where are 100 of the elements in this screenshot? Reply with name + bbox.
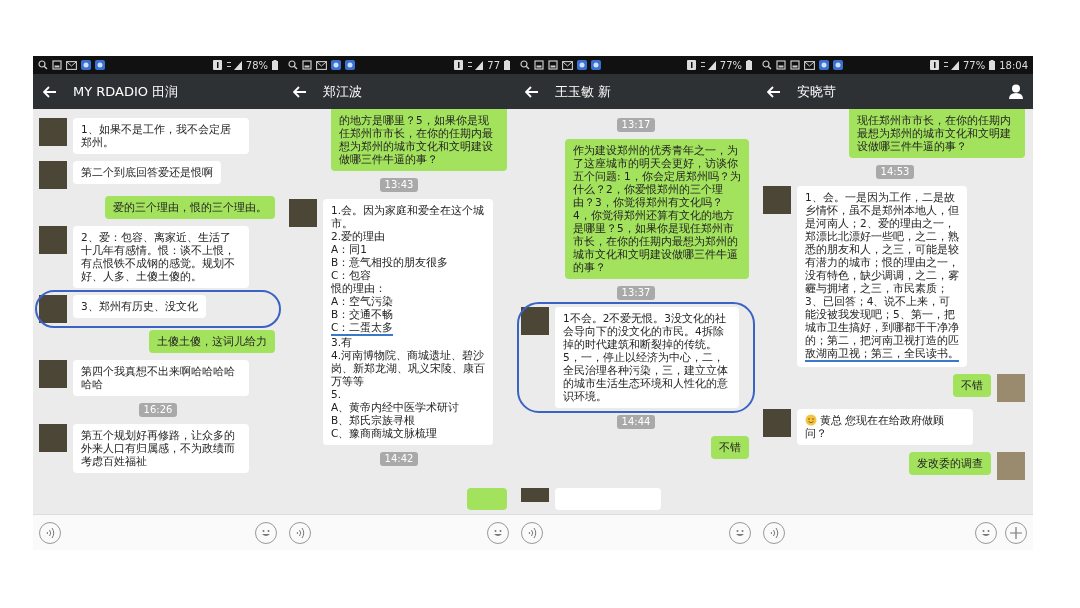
message-line: 悉的朋友和人，之三，可能是较 [805,243,959,256]
message-line: 市。 [331,217,353,230]
message-text: 1不会。2不爱无恨。3没文化的社会导向下的没文化的市民。4拆除掉的时代建筑和断裂掉的传统。5，一，停止以经济为中心，二，全民治理各种污染，三，建立立体的城市生活生态环境和人性化的意识环境。 [563,312,728,402]
timestamp: 13:17 [616,118,656,132]
message-text: 的地方是哪里？5，如果你是现任郑州市市长，在你的任期内最想为郑州的城市文化和文明建设做哪三件牛逼的事？ [339,114,493,165]
sim-icon [212,60,222,70]
timestamp: 13:37 [616,286,656,300]
image-icon [302,60,312,70]
message-line: A：空气污染 [331,295,394,308]
contact-button[interactable] [1007,82,1025,101]
sim-icon [929,60,939,70]
message-line: 有潜力的城市；恨的理由之一， [805,256,959,269]
battery-icon [504,60,510,70]
image-icon [790,60,800,70]
signal-icon [225,60,242,70]
message-text: 土傻土傻，这词儿给力 [157,335,267,347]
image-icon [548,60,558,70]
message-line: 5. [331,388,342,401]
battery-icon [746,60,752,70]
message-text: 作为建设郑州的优秀青年之一，为了这座城市的明天会更好，访谈你五个问题: 1，你会定居郑州吗？为什么？2，你爱恨郑州的三个理由？3，你觉得郑州有文化吗？ 4，你觉得郑州还算有文化的地方是哪里？5，如果你是现任郑州市市长，在你的任期内最想为郑州的城市文化和文明建设做哪三件牛逼的事？ [573,144,741,273]
message-text: 不错 [719,441,741,453]
message-line: 郑漂比北漂好一些吧，之二，熟 [805,230,959,243]
message-line: B：交通不畅 [331,308,394,321]
message-line: 4.河南博物院、商城遗址、碧沙 [331,349,485,362]
battery-percent: 78% [245,59,268,71]
voice-icon [44,526,56,539]
battery-percent: 77% [719,59,742,71]
message-line: 恨的理由： [331,282,386,295]
mail-icon [316,60,327,70]
message-text: 发改委的调查 [917,457,983,469]
voice-icon [768,526,780,539]
battery-percent: 77% [962,59,986,71]
avatar-photo[interactable] [39,295,67,323]
message-line: 霾与拥堵，之三，市民素质； [805,282,948,295]
message-line: 能没被我发现吧；5、第一，把 [805,308,955,321]
timestamp: 14:44 [616,415,656,429]
message-text: 3、郑州有历史、没文化 [81,300,198,312]
plus-icon [1010,526,1022,539]
message-line: 敌湖南卫视；第三，全民读书。 [805,347,959,362]
message-line: A、黄帝内经中医学术研讨 [331,401,460,414]
back-arrow-icon [293,85,307,98]
battery-icon [989,60,996,70]
message-line: 1.会。因为家庭和爱全在这个城 [331,204,485,217]
signal-icon [699,60,716,70]
message-line: 万等等 [331,375,364,388]
sim-icon [454,60,464,70]
app-icon [345,60,355,70]
message-line: C、豫商商城文脉梳理 [331,427,438,440]
message-line: C：二蛋太多 [331,321,394,336]
message-line: 乡情怀，虽不是郑州本地人，但 [805,204,959,217]
mail-icon [804,60,815,70]
mail-icon [66,60,77,70]
message-line: A：同1 [331,243,367,256]
voice-icon [294,526,306,539]
message-line: 2.爱的理由 [331,230,386,243]
message-line: B、郑氏宗族寻根 [331,414,416,427]
app-icon [577,60,587,70]
app-icon [591,60,601,70]
timestamp: 14:42 [379,452,419,466]
chat-title: 郑江波 [323,82,362,101]
app-icon [819,60,829,70]
back-arrow-icon [525,85,539,98]
mail-icon [562,60,573,70]
app-icon [95,60,105,70]
back-arrow-icon [767,85,781,98]
message-line: B：意气相投的朋友很多 [331,256,449,269]
back-button[interactable] [523,83,541,100]
battery-icon [272,60,278,70]
message-line: 1、会。一是因为工作，二是故 [805,191,955,204]
sim-icon [686,60,696,70]
message-line: 没有特色，缺少调调，之二，雾 [805,269,959,282]
message-line: 是河南人；2、爱的理由之一， [805,217,955,230]
image-icon [52,60,62,70]
message-text: 不错 [961,379,983,391]
battery-percent: 77 [487,59,500,71]
message-text: 第五个规划好再修路，让众多的外来人口有归属感，不为政绩而考虑百姓福祉 [81,429,235,467]
back-button[interactable] [765,83,783,100]
back-arrow-icon [43,85,57,98]
message-bubble [467,488,507,510]
image-icon [534,60,544,70]
signal-icon [467,60,484,70]
message-text: 2、爱：包容、离家近、生活了十几年有感情。恨：谈不上恨，有点恨铁不成钢的感觉。规划不好、人多、土傻土傻的。 [81,231,235,282]
message-line: 岗、新郑龙湖、巩义宋陵、康百 [331,362,485,375]
clock-time: 18:04 [999,59,1028,71]
search-icon [288,60,298,70]
message-text: 现任郑州市市长，在你的任期内最想为郑州的城市文化和文明建设做哪三件牛逼的事？ [857,114,1011,152]
person-icon [1009,84,1023,99]
message-text: 第四个我真想不出来啊哈哈哈哈哈哈 [81,365,235,390]
message-line: 3、已回答；4、说不上来，可 [805,295,951,308]
message-text: 第二个到底回答爱还是恨啊 [81,166,213,178]
message-text: 爱的三个理由，恨的三个理由。 [113,201,267,213]
signal-icon [942,60,959,70]
message-line: 3.有 [331,336,353,349]
back-button[interactable] [41,83,59,100]
avatar-photo[interactable] [521,307,549,335]
app-icon [331,60,341,70]
timestamp: 16:26 [138,403,178,417]
message-text: 1、如果不是工作，我不会定居郑州。 [81,123,231,148]
message-line: 的；第二，把河南卫视打造的匹 [805,334,959,347]
back-button[interactable] [291,83,309,100]
